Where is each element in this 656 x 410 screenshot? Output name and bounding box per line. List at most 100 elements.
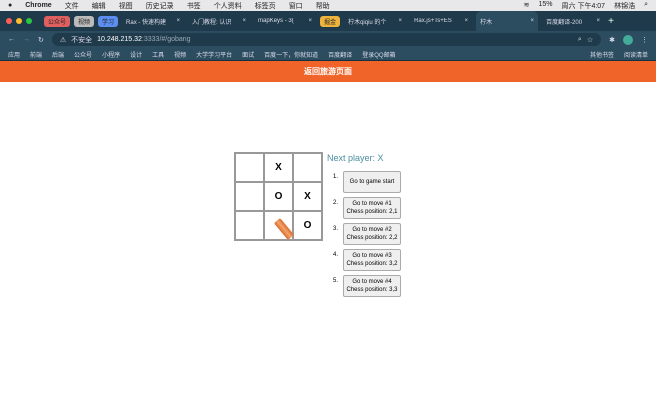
extensions-icon[interactable]: ✱ [609,36,615,44]
warning-icon: ⚠ [59,36,67,44]
menu-bookmarks[interactable]: 书签 [187,1,201,11]
other-bookmarks[interactable]: 其他书签 [590,50,614,59]
move-number: 3. [332,226,338,232]
tab-title: 入门教程: 认识 [192,19,232,26]
move-number: 4. [332,252,338,258]
tab[interactable]: 柠木qiqiu 的个 × [344,17,406,26]
square[interactable] [293,153,322,182]
tab-title: Rax.js+Ts+ES [414,18,452,24]
move-position: Chess position: 3,3 [346,287,398,293]
tab-group-juejin[interactable]: 掘金 [320,15,341,27]
bookmark-folder[interactable]: 工具 [152,50,164,59]
tab-group-video[interactable]: 视频 [74,15,95,27]
tab-title: mapKeys - 3( [258,18,294,24]
bookmark-folder[interactable]: 小程序 [102,50,120,59]
apple-icon[interactable]: ● [8,2,12,9]
forward-icon[interactable]: → [23,36,30,43]
bookmark-link[interactable]: 百度翻译 [328,50,352,59]
menu-edit[interactable]: 编辑 [92,1,106,11]
bookmark-link[interactable]: 百度一下，你就知道 [264,50,318,59]
star-icon[interactable]: ☆ [587,36,593,44]
move-number: 1. [332,174,338,180]
tab[interactable]: 入门教程: 认识 × [188,17,250,26]
square[interactable]: X [264,153,293,182]
go-to-move-button[interactable]: Go to move #3 Chess position: 3,2 [343,249,401,271]
back-icon[interactable]: ← [8,36,15,43]
tab-group-study[interactable]: 学习 [98,15,119,27]
maximize-window-button[interactable] [26,18,32,24]
bookmark-folder[interactable]: 公众号 [74,50,92,59]
move-number: 5. [332,278,338,284]
new-tab-button[interactable]: + [608,16,614,27]
tab[interactable]: Rax - 快速构建 × [122,17,184,26]
bookmark-folder[interactable]: 面试 [242,50,254,59]
bookmark-folder[interactable]: 前端 [30,50,42,59]
move-label: Go to move #1 [352,201,392,207]
square[interactable] [235,153,264,182]
tab[interactable]: 百度翻译-200 × [542,17,604,26]
square[interactable] [235,211,264,240]
move-label: Go to game start [349,179,395,185]
bookmark-folder[interactable]: 设计 [130,50,142,59]
app-menu[interactable]: Chrome [25,2,51,9]
tab-bar: 公众号 视频 学习 Rax - 快速构建 × 入门教程: 认识 × mapKeys … [0,11,656,31]
menu-profile[interactable]: 个人资料 [214,1,242,11]
close-tab-icon[interactable]: × [309,18,313,24]
menu-history[interactable]: 历史记录 [146,1,174,11]
bookmark-folder[interactable]: 大学学习平台 [196,50,232,59]
banner-label: 返回旅游页面 [304,67,352,76]
url-input[interactable]: ⚠ 不安全 10.248.215.32:3333/#/gobang ⌕ ☆ [51,33,602,46]
close-tab-icon[interactable]: × [465,18,469,24]
move-label: Go to move #2 [352,227,392,233]
square[interactable]: O [293,211,322,240]
next-player-status: Next player: X [327,153,384,163]
tab[interactable]: Rax.js+Ts+ES × [410,18,472,24]
go-to-move-button[interactable]: Go to game start [343,171,401,193]
user-menu[interactable]: 林锦浩 [614,1,635,11]
square[interactable]: X [293,182,322,211]
reading-list[interactable]: 阅读清单 [624,50,648,59]
go-to-move-button[interactable]: Go to move #1 Chess position: 2,1 [343,197,401,219]
more-menu-icon[interactable]: ⋮ [641,36,648,44]
move-item: 2. Go to move #1 Chess position: 2,1 [327,197,401,219]
bookmark-folder[interactable]: 后端 [52,50,64,59]
bookmark-apps[interactable]: 应用 [8,50,20,59]
tab-title: Rax - 快速构建 [126,19,167,26]
zoom-icon[interactable]: ⌕ [578,36,582,44]
close-tab-icon[interactable]: × [597,18,601,24]
back-to-travel-banner[interactable]: 返回旅游页面 [0,61,656,82]
close-tab-icon[interactable]: × [531,18,535,24]
profile-avatar[interactable] [623,34,633,45]
go-to-move-button[interactable]: Go to move #2 Chess position: 2,2 [343,223,401,245]
close-tab-icon[interactable]: × [399,18,403,24]
close-window-button[interactable] [6,18,12,24]
go-to-move-button[interactable]: Go to move #4 Chess position: 3,3 [343,275,401,297]
menu-help[interactable]: 帮助 [316,1,330,11]
reload-icon[interactable]: ↻ [38,36,44,44]
close-tab-icon[interactable]: × [243,18,247,24]
tab[interactable]: mapKeys - 3( × [254,18,316,24]
tab-active[interactable]: 柠木 × [476,11,539,31]
clock[interactable]: 周六 下午4:07 [562,1,606,11]
tab-group-gongzhonghao[interactable]: 公众号 [44,15,71,27]
bookmarks-bar: 应用 前端 后端 公众号 小程序 设计 工具 视频 大学学习平台 面试 百度一下… [0,48,656,61]
search-icon[interactable]: ⌕ [644,1,648,11]
move-position: Chess position: 3,2 [346,261,398,267]
minimize-window-button[interactable] [16,18,22,24]
move-label: Go to move #3 [352,253,392,259]
menu-file[interactable]: 文件 [65,1,79,11]
square[interactable]: O [264,182,293,211]
address-bar-row: ← → ↻ ⚠ 不安全 10.248.215.32:3333/#/gobang … [0,31,656,48]
move-item: 5. Go to move #4 Chess position: 3,3 [327,275,401,297]
url-host: 10.248.215.32 [97,36,142,43]
move-label: Go to move #4 [352,279,392,285]
menu-tabs[interactable]: 标签页 [255,1,276,11]
wifi-icon[interactable]: ≋ [524,1,530,11]
battery-status[interactable]: 15% [538,1,552,11]
menu-view[interactable]: 视图 [119,1,133,11]
bookmark-folder[interactable]: 视频 [174,50,186,59]
bookmark-link[interactable]: 登录QQ邮箱 [362,50,395,59]
close-tab-icon[interactable]: × [177,18,181,24]
menu-window[interactable]: 窗口 [289,1,303,11]
square[interactable] [235,182,264,211]
